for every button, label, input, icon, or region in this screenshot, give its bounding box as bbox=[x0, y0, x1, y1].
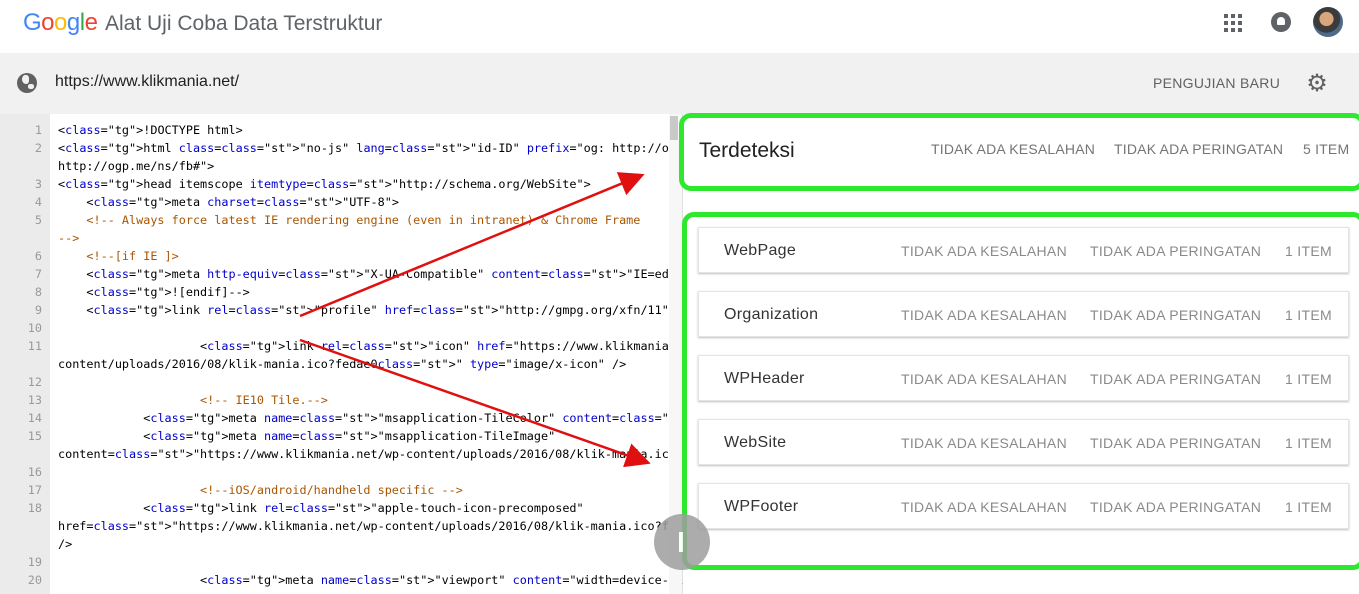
arrow-to-summary bbox=[299, 172, 645, 318]
arrow-to-items bbox=[299, 338, 651, 468]
annotation-arrows bbox=[299, 172, 651, 468]
